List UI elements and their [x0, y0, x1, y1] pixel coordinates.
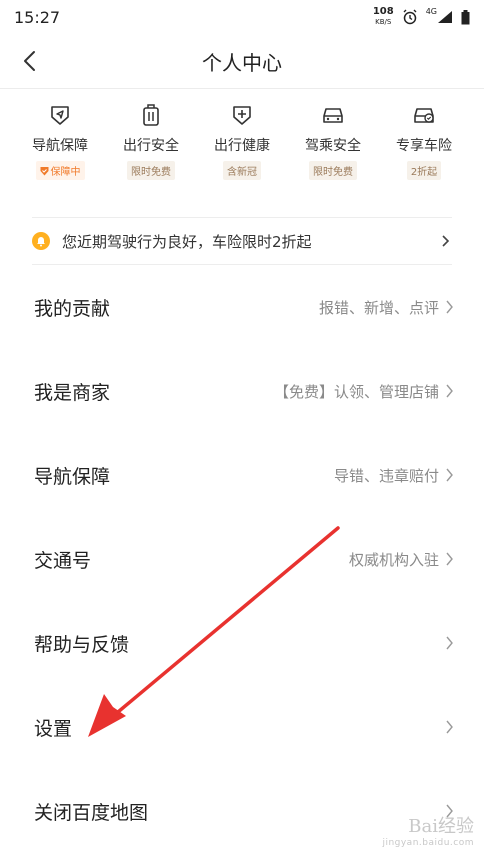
menu-item-help-feedback[interactable]: 帮助与反馈 [0, 601, 484, 685]
menu-item-label: 关闭百度地图 [34, 801, 149, 824]
net-speed: 108 KB/S [373, 7, 394, 27]
menu-item-label: 设置 [34, 717, 73, 740]
status-icons: 108 KB/S 4G [373, 7, 470, 27]
chevron-right-icon [446, 468, 453, 482]
car-shield-icon [412, 103, 436, 127]
menu-item-label: 导航保障 [34, 465, 111, 488]
shield-navigation-icon [48, 103, 72, 127]
page-header: 个人中心 [0, 34, 484, 89]
service-row: 导航保障 保障中 出行安全 限时免费 出行健康 含新冠 驾乘安全 限时免费 专享… [0, 89, 484, 217]
signal-icon [438, 11, 452, 23]
status-badge: 含新冠 [223, 161, 261, 180]
menu-item-settings[interactable]: 设置 [0, 685, 484, 769]
bell-icon [32, 232, 50, 250]
menu-item-hint: 【免费】认领、管理店铺 [273, 382, 439, 401]
service-travel-safety[interactable]: 出行安全 限时免费 [109, 103, 193, 217]
service-name: 导航保障 [32, 138, 88, 154]
status-badge: 保障中 [35, 161, 85, 180]
menu-item-traffic-account[interactable]: 交通号 权威机构入驻 [0, 517, 484, 601]
net-speed-value: 108 [372, 6, 394, 17]
menu-item-hint: 报错、新增、点评 [318, 298, 439, 317]
page-title: 个人中心 [202, 50, 282, 75]
alarm-icon [403, 9, 417, 25]
chevron-right-icon [446, 300, 453, 314]
service-name: 驾乘安全 [305, 138, 361, 154]
status-badge: 限时免费 [309, 161, 357, 180]
shield-plus-icon [230, 103, 254, 127]
service-name: 出行健康 [214, 138, 270, 154]
service-nav-guarantee[interactable]: 导航保障 保障中 [18, 103, 102, 217]
menu-item-hint: 导错、违章赔付 [333, 466, 439, 485]
chevron-right-icon [446, 636, 453, 650]
menu-item-label: 交通号 [34, 549, 92, 572]
status-time: 15:27 [14, 7, 61, 27]
shield-check-icon [40, 166, 48, 175]
insurance-notice[interactable]: 您近期驾驶行为良好，车险限时2折起 [32, 217, 452, 265]
service-name: 出行安全 [123, 138, 179, 154]
menu-item-label: 帮助与反馈 [34, 633, 130, 656]
watermark-brand: Bai经验 [408, 816, 474, 837]
network-type: 4G [425, 7, 437, 16]
battery-icon [461, 9, 470, 24]
net-speed-unit: KB/S [375, 18, 392, 26]
service-driving-safety[interactable]: 驾乘安全 限时免费 [291, 103, 375, 217]
watermark: Bai经验 jingyan.baidu.com [382, 816, 474, 851]
service-travel-health[interactable]: 出行健康 含新冠 [200, 103, 284, 217]
chevron-right-icon [442, 235, 450, 247]
menu-item-label: 我是商家 [34, 381, 111, 404]
chevron-left-icon [24, 51, 35, 71]
luggage-icon [139, 103, 163, 127]
car-icon [321, 103, 345, 127]
service-name: 专享车险 [396, 138, 452, 154]
menu-item-hint: 权威机构入驻 [348, 550, 439, 569]
service-car-insurance[interactable]: 专享车险 2折起 [382, 103, 466, 217]
status-badge: 2折起 [406, 161, 442, 180]
menu-item-label: 我的贡献 [34, 297, 111, 320]
chevron-right-icon [446, 552, 453, 566]
menu-item-merchant[interactable]: 我是商家 【免费】认领、管理店铺 [0, 349, 484, 433]
notice-text: 您近期驾驶行为良好，车险限时2折起 [62, 232, 312, 251]
watermark-site: jingyan.baidu.com [382, 838, 474, 848]
back-button[interactable] [14, 46, 44, 76]
menu-item-nav-guarantee[interactable]: 导航保障 导错、违章赔付 [0, 433, 484, 517]
status-badge: 限时免费 [127, 161, 175, 180]
status-bar: 15:27 108 KB/S 4G [0, 0, 484, 34]
menu-item-contribution[interactable]: 我的贡献 报错、新增、点评 [0, 265, 484, 349]
chevron-right-icon [446, 720, 453, 734]
chevron-right-icon [446, 384, 453, 398]
menu-list: 我的贡献 报错、新增、点评 我是商家 【免费】认领、管理店铺 导航保障 导错、违… [0, 265, 484, 853]
